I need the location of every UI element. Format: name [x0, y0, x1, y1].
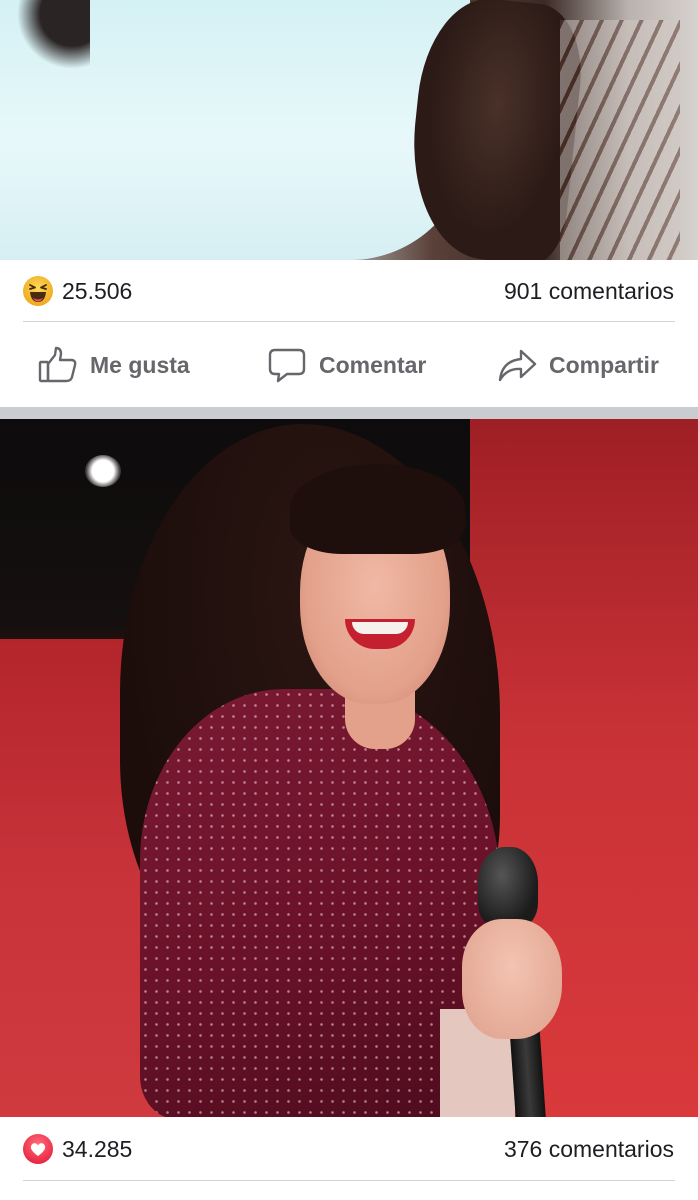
like-label: Me gusta: [90, 351, 190, 378]
post-photo-2[interactable]: [0, 419, 698, 1117]
comment-count[interactable]: 901 comentarios: [504, 276, 674, 306]
photo-shadow: [0, 0, 90, 70]
comment-count[interactable]: 376 comentarios: [504, 1134, 674, 1164]
post-separator: [0, 407, 698, 419]
post-2-stats: 34.285 376 comentarios: [0, 1117, 698, 1200]
share-button[interactable]: Compartir: [497, 323, 659, 407]
microphone-head: [478, 847, 538, 927]
singer-hand: [462, 919, 562, 1039]
post-1-stats: 25.506 901 comentarios: [0, 260, 698, 322]
comment-label: Comentar: [319, 351, 427, 378]
singer-bangs: [290, 464, 465, 554]
stage-light: [85, 455, 121, 487]
haha-reaction-icon[interactable]: [23, 276, 53, 306]
post-1-action-bar: Me gusta Comentar Compartir: [0, 323, 698, 407]
share-arrow-icon: [497, 345, 537, 385]
stats-divider: [23, 1180, 675, 1181]
love-reaction-icon[interactable]: [23, 1134, 53, 1164]
share-label: Compartir: [549, 351, 659, 378]
reaction-count[interactable]: 34.285: [62, 1134, 132, 1164]
post-photo-1[interactable]: [0, 0, 698, 260]
stats-divider: [23, 321, 675, 322]
photo-subject-hair-curl: [560, 20, 680, 260]
like-button[interactable]: Me gusta: [38, 323, 190, 407]
reaction-count[interactable]: 25.506: [62, 276, 132, 306]
speech-bubble-icon: [267, 345, 307, 385]
thumbs-up-icon: [38, 345, 78, 385]
singer-teeth: [352, 622, 408, 634]
comment-button[interactable]: Comentar: [267, 323, 426, 407]
